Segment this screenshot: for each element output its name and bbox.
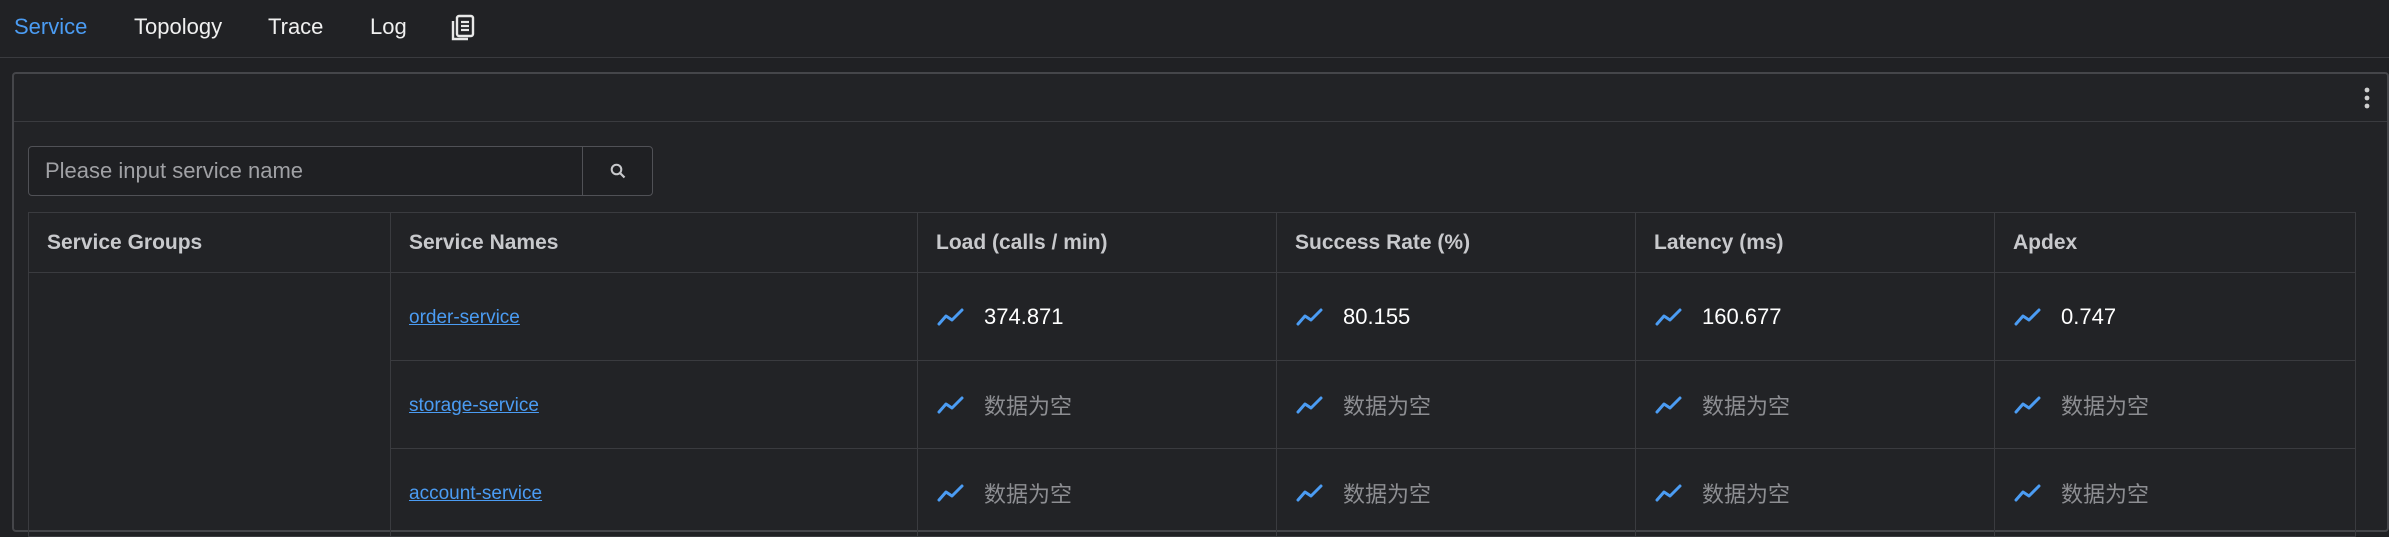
apdex-cell: 0.747 [1994, 272, 2356, 361]
tab-trace[interactable]: Trace [268, 12, 323, 42]
trend-chart-icon[interactable] [1654, 394, 1684, 416]
service-name-cell: account-service [390, 448, 918, 537]
load-value: 374.871 [984, 303, 1064, 329]
apdex-cell: 数据为空 [1994, 360, 2356, 449]
header-latency: Latency (ms) [1635, 212, 1995, 273]
header-service-names: Service Names [390, 212, 918, 273]
success-rate-value: 数据为空 [1343, 481, 1432, 507]
more-vertical-icon[interactable] [2357, 84, 2377, 112]
load-cell: 数据为空 [917, 448, 1277, 537]
latency-cell: 160.677 [1635, 272, 1995, 361]
trend-chart-icon[interactable] [1654, 306, 1684, 328]
table-header-row: Service Groups Service Names Load (calls… [28, 212, 2356, 273]
service-name-cell: order-service [390, 272, 918, 361]
trend-chart-icon[interactable] [1295, 482, 1325, 504]
load-cell: 374.871 [917, 272, 1277, 361]
trend-chart-icon[interactable] [1295, 394, 1325, 416]
trend-chart-icon[interactable] [2013, 306, 2043, 328]
service-link-order[interactable]: order-service [409, 307, 520, 328]
service-name-cell: storage-service [390, 360, 918, 449]
success-rate-cell: 数据为空 [1276, 448, 1636, 537]
trend-chart-icon[interactable] [2013, 482, 2043, 504]
service-table: Service Groups Service Names Load (calls… [28, 212, 2356, 537]
apdex-value: 数据为空 [2061, 393, 2150, 419]
document-icon[interactable] [450, 14, 476, 42]
latency-value: 160.677 [1702, 303, 1782, 329]
success-rate-value: 数据为空 [1343, 393, 1432, 419]
latency-cell: 数据为空 [1635, 360, 1995, 449]
tab-service[interactable]: Service [14, 12, 87, 42]
table-row: order-service 374.871 80.155 160.677 0.7… [28, 272, 2356, 537]
header-success-rate: Success Rate (%) [1276, 212, 1636, 273]
apdex-value: 数据为空 [2061, 481, 2150, 507]
service-link-account[interactable]: account-service [409, 483, 542, 504]
panel-header [14, 74, 2387, 122]
search-icon [610, 163, 625, 179]
load-cell: 数据为空 [917, 360, 1277, 449]
trend-chart-icon[interactable] [936, 306, 966, 328]
apdex-cell: 数据为空 [1994, 448, 2356, 537]
trend-chart-icon[interactable] [1654, 482, 1684, 504]
header-load: Load (calls / min) [917, 212, 1277, 273]
success-rate-cell: 80.155 [1276, 272, 1636, 361]
search-button[interactable] [582, 147, 652, 195]
header-apdex: Apdex [1994, 212, 2356, 273]
load-value: 数据为空 [984, 393, 1073, 419]
tab-log[interactable]: Log [370, 12, 407, 42]
trend-chart-icon[interactable] [1295, 306, 1325, 328]
service-search [28, 146, 653, 196]
tab-topology[interactable]: Topology [134, 12, 222, 42]
success-rate-value: 80.155 [1343, 303, 1411, 329]
trend-chart-icon[interactable] [936, 482, 966, 504]
search-input[interactable] [29, 147, 582, 195]
service-panel: Service Groups Service Names Load (calls… [12, 72, 2389, 537]
latency-value: 数据为空 [1702, 481, 1791, 507]
latency-value: 数据为空 [1702, 393, 1791, 419]
apdex-value: 0.747 [2061, 303, 2117, 329]
success-rate-cell: 数据为空 [1276, 360, 1636, 449]
top-navigation: Service Topology Trace Log [0, 0, 2389, 58]
latency-cell: 数据为空 [1635, 448, 1995, 537]
header-service-groups: Service Groups [28, 212, 391, 273]
trend-chart-icon[interactable] [936, 394, 966, 416]
service-group-cell [28, 272, 391, 537]
load-value: 数据为空 [984, 481, 1073, 507]
service-link-storage[interactable]: storage-service [409, 395, 539, 416]
trend-chart-icon[interactable] [2013, 394, 2043, 416]
